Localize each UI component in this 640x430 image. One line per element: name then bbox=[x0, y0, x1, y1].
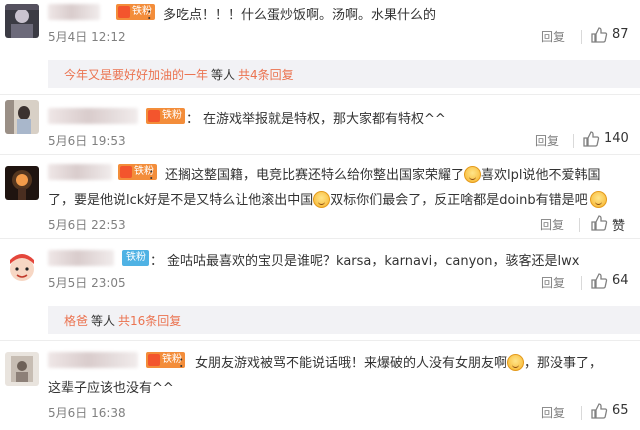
divider bbox=[581, 406, 582, 420]
sub-reply-user[interactable]: 今年又是要好好加油的一年 bbox=[64, 68, 208, 82]
like-count: 140 bbox=[604, 131, 629, 146]
reply-button[interactable]: 回复 bbox=[541, 404, 565, 421]
sub-reply-user[interactable]: 格爸 bbox=[64, 314, 88, 328]
thumbs-up-icon[interactable] bbox=[582, 130, 600, 148]
divider bbox=[573, 134, 574, 148]
divider bbox=[0, 238, 640, 239]
avatar[interactable] bbox=[5, 166, 39, 200]
divider bbox=[579, 218, 580, 232]
divider bbox=[0, 94, 640, 95]
reply-button[interactable]: 回复 bbox=[535, 132, 559, 149]
thumbs-up-icon[interactable] bbox=[590, 402, 608, 420]
reply-button[interactable]: 回复 bbox=[540, 216, 564, 233]
comment-time: 5月6日 16:38 bbox=[48, 406, 126, 420]
thumbs-up-icon[interactable] bbox=[590, 272, 608, 290]
comment-time: 5月5日 23:05 bbox=[48, 276, 126, 290]
comment-time: 5月6日 19:53 bbox=[48, 134, 126, 148]
divider bbox=[581, 30, 582, 44]
reply-button[interactable]: 回复 bbox=[541, 274, 565, 291]
fan-badge: 铁粉 bbox=[122, 250, 149, 266]
thumbs-up-icon[interactable] bbox=[590, 26, 608, 44]
avatar[interactable] bbox=[5, 250, 39, 284]
username-blurred[interactable] bbox=[48, 164, 112, 180]
comment-time: 5月6日 22:53 bbox=[48, 218, 126, 232]
comment-time: 5月4日 12:12 bbox=[48, 30, 126, 44]
avatar[interactable] bbox=[5, 100, 39, 134]
like-count: 87 bbox=[612, 27, 629, 42]
sub-replies-bar[interactable]: 今年又是要好好加油的一年 等人 共4条回复 bbox=[48, 60, 640, 88]
comment-text-line2: 了，要是他说lck好是不是又特么让他滚出中国 双标你们最会了，反正啥都是doinb… bbox=[48, 189, 607, 208]
comment-text: ：金咕咕最喜欢的宝贝是谁呢？karsa，karnavi，canyon，骇客还是l… bbox=[150, 254, 580, 269]
avatar[interactable] bbox=[5, 352, 39, 386]
sub-reply-count[interactable]: 共16条回复 bbox=[118, 314, 181, 328]
thumbs-up-icon[interactable] bbox=[590, 214, 608, 232]
comment-text: ：女朋友游戏被骂不能说话哦！来爆破的人没有女朋友啊 ，那没事了， bbox=[178, 354, 603, 371]
like-count: 赞 bbox=[612, 219, 626, 234]
avatar[interactable] bbox=[5, 4, 39, 38]
like-count: 65 bbox=[612, 403, 629, 418]
username-blurred[interactable] bbox=[48, 4, 100, 20]
sub-replies-bar[interactable]: 格爸 等人 共16条回复 bbox=[48, 306, 640, 334]
fan-badge: 铁粉 bbox=[146, 108, 185, 124]
divider bbox=[581, 276, 582, 290]
username-blurred[interactable] bbox=[48, 250, 114, 266]
divider bbox=[0, 340, 640, 341]
comment-text-line2: 这辈子应该也没有^^ bbox=[48, 381, 174, 396]
username-blurred[interactable] bbox=[48, 352, 138, 368]
comment-text: ：在游戏举报就是特权，那大家都有特权^^ bbox=[186, 112, 446, 127]
emoji-icon bbox=[507, 354, 525, 371]
comment-text: ：多吃点！！！什么蛋炒饭啊。汤啊。水果什么的 bbox=[146, 8, 437, 23]
reply-button[interactable]: 回复 bbox=[541, 28, 565, 45]
divider bbox=[0, 154, 640, 155]
emoji-icon bbox=[589, 191, 607, 208]
emoji-icon bbox=[313, 191, 331, 208]
sub-reply-count[interactable]: 共4条回复 bbox=[238, 68, 294, 82]
username-blurred[interactable] bbox=[48, 108, 138, 124]
comment-text: ：还搁这整国籍，电竞比赛还特么给你整出国家荣耀了 喜欢lpl说他不爱韩国 bbox=[148, 166, 601, 183]
emoji-icon bbox=[464, 166, 482, 183]
like-count: 64 bbox=[612, 273, 629, 288]
